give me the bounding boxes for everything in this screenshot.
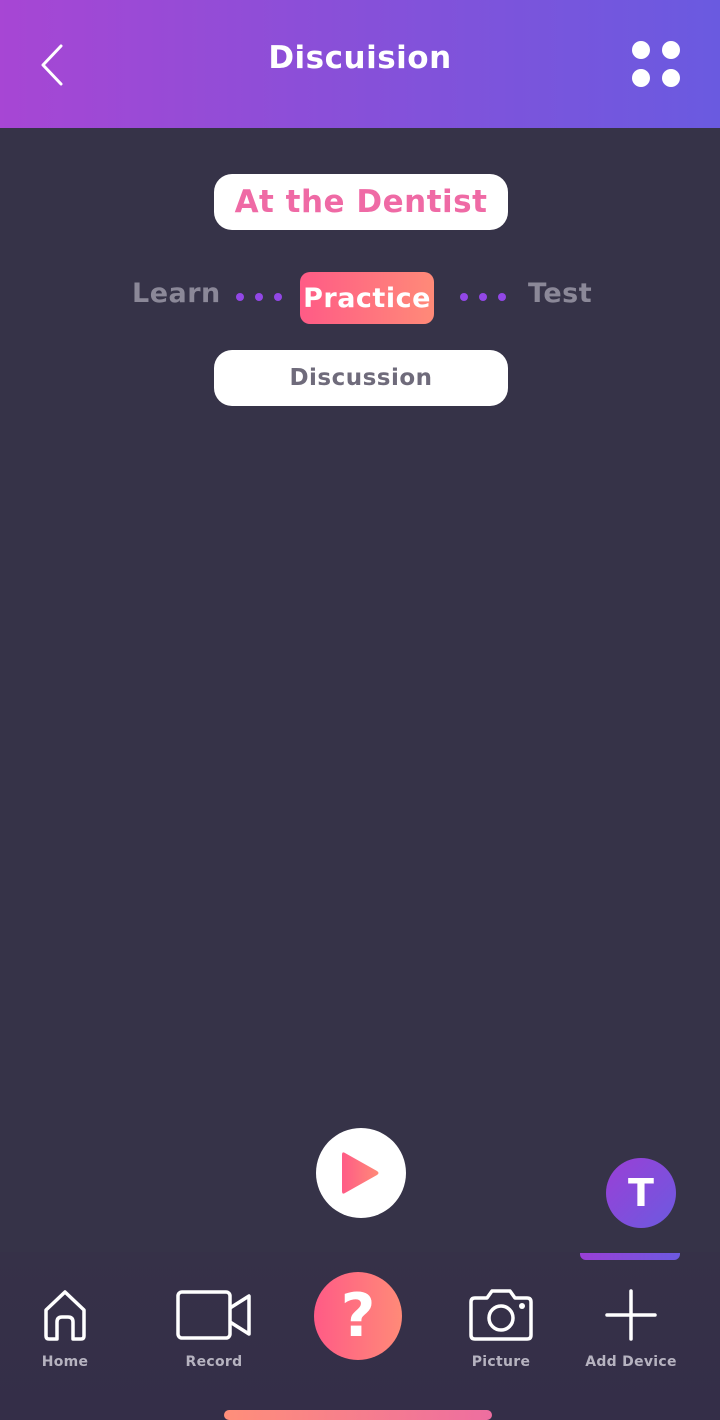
nav-home[interactable]: Home [24, 1286, 106, 1386]
page-title: Discuision [268, 40, 452, 76]
app-screen: Discuision At the Dentist Learn Practice… [0, 0, 720, 1420]
nav-record[interactable]: Record [164, 1286, 264, 1386]
discussion-button[interactable]: Discussion [214, 350, 508, 406]
step-learn[interactable]: Learn [132, 278, 221, 318]
header-bar: Discuision [0, 0, 720, 128]
step-test[interactable]: Test [528, 278, 592, 318]
question-mark-icon: ? [340, 1281, 376, 1351]
play-icon [342, 1152, 379, 1194]
avatar[interactable]: T [606, 1158, 676, 1228]
nav-record-label: Record [185, 1354, 243, 1370]
menu-button[interactable] [626, 36, 686, 92]
plus-icon [605, 1289, 657, 1341]
nav-picture[interactable]: Picture [456, 1286, 546, 1386]
home-indicator [224, 1410, 492, 1420]
nav-add-device-label: Add Device [585, 1354, 677, 1370]
step-connector-dots [460, 293, 506, 301]
nav-picture-label: Picture [471, 1354, 531, 1370]
step-connector-dots [236, 293, 282, 301]
avatar-indicator-bar [580, 1253, 680, 1260]
nav-add-device[interactable]: Add Device [584, 1286, 678, 1386]
grid-dots-icon [632, 41, 680, 87]
play-button[interactable] [316, 1128, 406, 1218]
camera-icon [469, 1289, 533, 1341]
video-camera-icon [176, 1290, 251, 1340]
topic-pill[interactable]: At the Dentist [214, 174, 508, 230]
step-practice[interactable]: Practice [300, 272, 434, 324]
help-button[interactable]: ? [314, 1272, 402, 1360]
home-icon [44, 1290, 86, 1341]
nav-home-label: Home [41, 1354, 89, 1370]
